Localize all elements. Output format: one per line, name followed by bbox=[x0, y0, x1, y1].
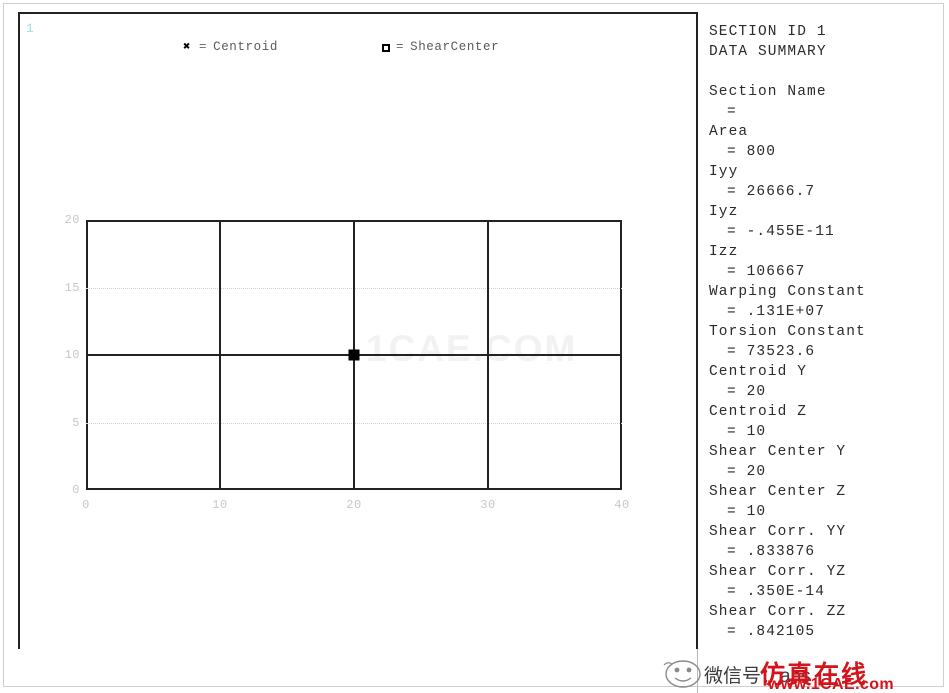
summary-row-key: Warping Constant bbox=[709, 284, 866, 300]
centroid-shear-center-marker bbox=[348, 349, 360, 361]
y-axis-tick-labels: 0 5 10 15 20 bbox=[56, 213, 80, 497]
legend-label-shearcenter: ShearCenter bbox=[410, 40, 500, 54]
summary-row-value: = 73523.6 bbox=[727, 344, 816, 360]
ansys-section-plot-window: 1 ✖ = Centroid = ShearCenter 1CAE.COM 05… bbox=[0, 0, 949, 693]
summary-row-value: = 10 bbox=[727, 504, 767, 520]
window-number-tag: 1 bbox=[26, 21, 35, 36]
summary-row-key: Area bbox=[709, 124, 749, 140]
legend-label-centroid: Centroid bbox=[213, 40, 278, 54]
legend-equals-sign: = bbox=[199, 40, 208, 54]
summary-row-value: = 20 bbox=[727, 464, 767, 480]
summary-row-key: Iyz bbox=[709, 204, 739, 220]
summary-row-key: Centroid Z bbox=[709, 404, 808, 420]
summary-spacer bbox=[709, 62, 944, 82]
x-axis-tick-labels: 0 10 20 30 40 bbox=[82, 498, 629, 516]
summary-row-key: Centroid Y bbox=[709, 364, 808, 380]
summary-row-key: Izz bbox=[709, 244, 739, 260]
square-marker-icon bbox=[382, 44, 390, 52]
x-axis-tick-label: 10 bbox=[212, 498, 228, 512]
summary-row-value: = -.455E-11 bbox=[727, 224, 835, 240]
summary-row-key: Iyy bbox=[709, 164, 739, 180]
y-axis-tick-label: 0 bbox=[72, 483, 80, 497]
legend-equals-sign: = bbox=[396, 40, 405, 54]
summary-row-value: = .833876 bbox=[727, 544, 816, 560]
graphics-window-left-border bbox=[18, 12, 20, 649]
summary-row-key: Torsion Constant bbox=[709, 324, 866, 340]
summary-row-value: = 106667 bbox=[727, 264, 806, 280]
y-axis-tick-label: 5 bbox=[72, 415, 80, 430]
summary-row-value: = .131E+07 bbox=[727, 304, 826, 320]
summary-header-line-2: DATA SUMMARY bbox=[709, 44, 827, 60]
summary-row-value: = .842105 bbox=[727, 624, 816, 640]
section-data-summary-panel: SECTION ID 1 DATA SUMMARY Section Name = A… bbox=[709, 22, 944, 642]
cross-section-mesh-plot bbox=[86, 220, 622, 490]
y-axis-tick-label: 10 bbox=[64, 348, 80, 362]
summary-row-value: = bbox=[727, 104, 737, 120]
summary-row-value: = 10 bbox=[727, 424, 767, 440]
summary-row-value: = .350E-14 bbox=[727, 584, 826, 600]
summary-row-value: = 800 bbox=[727, 144, 777, 160]
summary-row-key: Shear Corr. ZZ bbox=[709, 604, 847, 620]
x-axis-tick-label: 0 bbox=[82, 498, 90, 512]
x-axis-tick-label: 30 bbox=[480, 498, 496, 512]
summary-row-value: = 20 bbox=[727, 384, 767, 400]
summary-row-value: = 26666.7 bbox=[727, 184, 816, 200]
graphics-text-panel-divider bbox=[696, 12, 698, 649]
graphics-window-top-border bbox=[18, 12, 698, 14]
x-marker-icon: ✖ bbox=[183, 40, 191, 54]
summary-row-key: Shear Corr. YZ bbox=[709, 564, 847, 580]
x-axis-tick-label: 20 bbox=[346, 498, 362, 512]
summary-row-key: Section Name bbox=[709, 84, 827, 100]
summary-row-key: Shear Center Z bbox=[709, 484, 847, 500]
summary-row-key: Shear Corr. YY bbox=[709, 524, 847, 540]
watermark-url: www.1CAE.com bbox=[768, 676, 895, 693]
y-axis-tick-label: 20 bbox=[64, 213, 80, 227]
legend-entry-shearcenter: = ShearCenter bbox=[382, 40, 499, 54]
legend: ✖ = Centroid = ShearCenter bbox=[0, 40, 696, 62]
y-axis-tick-label: 15 bbox=[64, 280, 80, 295]
x-axis-tick-label: 40 bbox=[614, 498, 630, 512]
legend-entry-centroid: ✖ = Centroid bbox=[181, 40, 278, 54]
summary-row-key: Shear Center Y bbox=[709, 444, 847, 460]
summary-header-line-1: SECTION ID 1 bbox=[709, 24, 827, 40]
cartoon-face-icon bbox=[662, 659, 704, 689]
